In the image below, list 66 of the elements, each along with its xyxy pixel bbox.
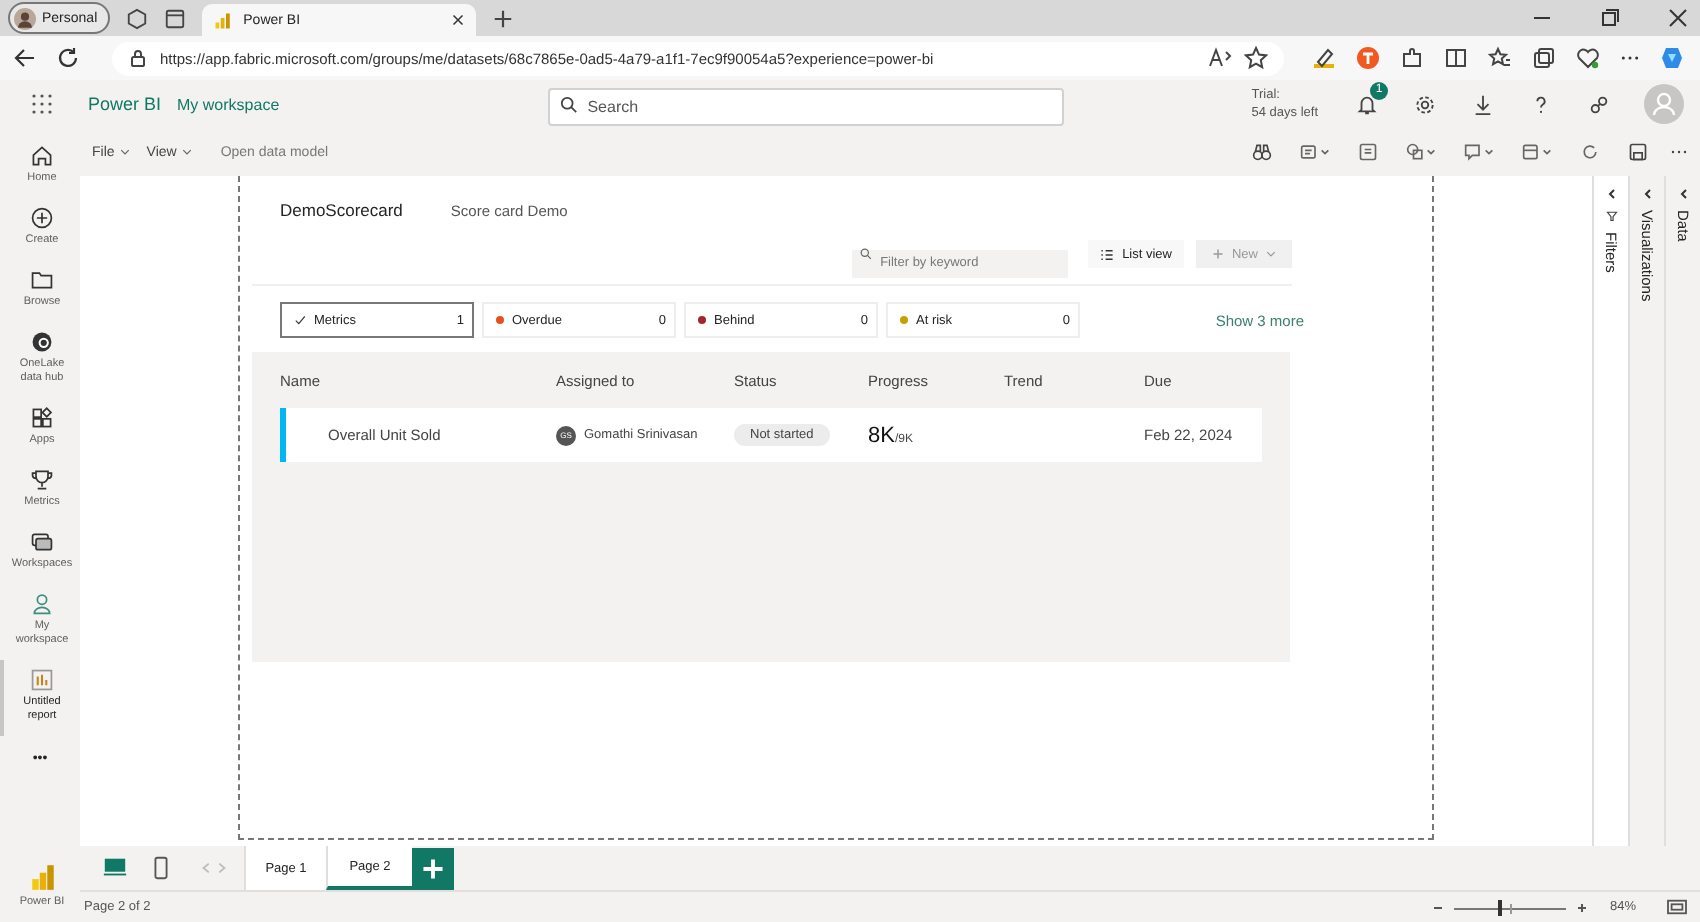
- data-hub-icon: [30, 330, 54, 354]
- collections-icon[interactable]: [1532, 46, 1556, 70]
- zoom-in-icon[interactable]: [1575, 901, 1588, 913]
- folder-icon: [30, 268, 54, 292]
- list-icon: [1100, 247, 1115, 261]
- progress-value: 8K: [868, 423, 895, 447]
- favorites-icon[interactable]: [1488, 46, 1512, 70]
- zoom-slider[interactable]: [1453, 899, 1566, 915]
- close-icon[interactable]: [1668, 8, 1688, 28]
- breadcrumb-link[interactable]: My workspace: [177, 95, 280, 113]
- share-icon[interactable]: [1588, 93, 1611, 115]
- settings-icon[interactable]: [1414, 93, 1437, 115]
- back-icon[interactable]: [12, 46, 36, 70]
- bar-chart-icon: [27, 862, 57, 892]
- read-aloud-icon[interactable]: [1208, 46, 1232, 70]
- close-icon[interactable]: [451, 14, 464, 26]
- plus-icon: [1211, 248, 1224, 260]
- scorecard-title: DemoScorecard: [280, 200, 403, 220]
- bell-icon[interactable]: [1356, 93, 1379, 115]
- extension-icon[interactable]: [1356, 46, 1380, 70]
- desktop-view-icon[interactable]: [102, 856, 128, 880]
- caret-icon: [1266, 250, 1276, 258]
- restore-icon[interactable]: [1600, 8, 1620, 28]
- search-icon: [860, 248, 873, 260]
- pen-icon[interactable]: [1312, 46, 1336, 70]
- copilot-icon[interactable]: [1660, 46, 1684, 70]
- avatar-icon: [14, 7, 36, 29]
- text-box-icon[interactable]: [1300, 142, 1330, 162]
- star-icon[interactable]: [1244, 46, 1268, 70]
- download-icon[interactable]: [1472, 93, 1495, 115]
- person-icon: [30, 592, 54, 616]
- caret-icon: [182, 148, 193, 156]
- save-icon[interactable]: [1628, 142, 1648, 162]
- report-icon: [30, 668, 54, 692]
- zoom-out-icon[interactable]: [1431, 901, 1444, 913]
- refresh-icon[interactable]: [1580, 142, 1600, 162]
- extensions-icon[interactable]: [1400, 46, 1424, 70]
- shapes-icon[interactable]: [1406, 142, 1436, 162]
- tab-actions-icon[interactable]: [163, 7, 186, 29]
- home-icon: [30, 144, 54, 168]
- more-icon[interactable]: [1620, 54, 1640, 62]
- bar-chart-icon: [213, 11, 232, 29]
- heart-icon[interactable]: [1576, 46, 1600, 70]
- search-field[interactable]: Search: [547, 87, 1064, 125]
- search-icon: [559, 95, 578, 113]
- comment-icon[interactable]: [1464, 142, 1494, 162]
- chevron-icon[interactable]: [1641, 188, 1653, 200]
- chevron-icon[interactable]: [1605, 188, 1617, 200]
- plus-circle-icon: [30, 206, 54, 230]
- refresh-icon[interactable]: [56, 46, 80, 70]
- split-screen-icon[interactable]: [1444, 46, 1468, 70]
- lock-icon: [128, 48, 148, 68]
- caret-icon: [120, 148, 131, 156]
- visual-icon[interactable]: [1522, 142, 1552, 162]
- fit-page-icon[interactable]: [1666, 898, 1688, 916]
- chevron-icon[interactable]: [1677, 188, 1689, 200]
- add-page-button[interactable]: [412, 847, 454, 889]
- check-icon: [294, 314, 306, 326]
- format-icon[interactable]: [1358, 142, 1378, 162]
- app-launcher-icon[interactable]: [32, 94, 52, 114]
- funnel-icon: [1605, 210, 1617, 222]
- new-tab-icon[interactable]: [491, 7, 514, 29]
- binoculars-icon[interactable]: [1252, 142, 1272, 162]
- trophy-icon: [30, 468, 54, 492]
- apps-icon: [30, 406, 54, 430]
- product-name[interactable]: Power BI: [88, 94, 162, 114]
